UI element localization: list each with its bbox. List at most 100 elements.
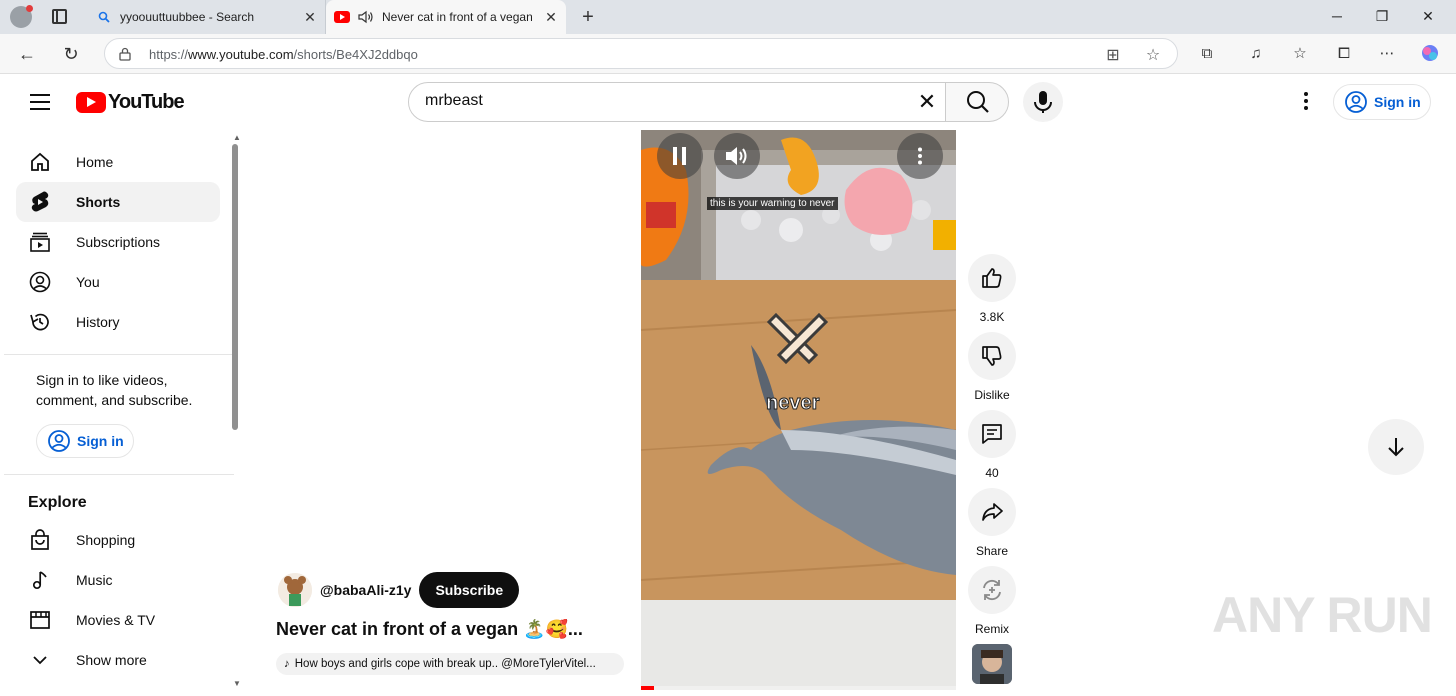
sidebar-item-movies[interactable]: Movies & TV [16, 600, 220, 640]
sign-in-button[interactable]: Sign in [1333, 84, 1431, 120]
sidebar-item-show-more[interactable]: Show more [16, 640, 220, 680]
music-attribution[interactable]: ♪ How boys and girls cope with break up.… [276, 653, 624, 675]
more-options-button[interactable] [897, 133, 943, 179]
scroll-down-arrow-icon[interactable]: ▼ [233, 679, 241, 688]
dislike-action: Dislike [968, 332, 1016, 402]
sidebar-item-subscriptions[interactable]: Subscriptions [16, 222, 220, 262]
back-icon[interactable]: ← [16, 43, 38, 65]
volume-icon [726, 147, 747, 165]
audio-playing-icon[interactable] [358, 9, 374, 25]
channel-avatar[interactable] [278, 573, 312, 607]
subscriptions-icon [28, 230, 52, 254]
settings-more-icon[interactable]: ⋯ [1376, 43, 1398, 65]
browser-tab-bar: yyoouuttuubbee - Search ✕ Never cat in f… [0, 0, 1456, 34]
tab-title: yyoouuttuubbee - Search [120, 10, 255, 24]
close-tab-icon[interactable]: ✕ [303, 10, 317, 24]
chevron-down-icon [28, 648, 52, 672]
thumbs-down-icon [982, 346, 1002, 366]
browser-tab-youtube[interactable]: Never cat in front of a vegan ✕ [326, 0, 566, 34]
remix-icon [983, 579, 1001, 601]
video-progress-bar[interactable] [641, 686, 956, 690]
more-vertical-icon [918, 147, 922, 165]
share-label: Share [975, 544, 1009, 558]
sidebar-item-you[interactable]: You [16, 262, 220, 302]
sidebar-sign-in-button[interactable]: Sign in [36, 424, 134, 458]
sidebar-divider [4, 354, 234, 355]
channel-row: @babaAli-z1y Subscribe [278, 572, 520, 608]
search-input[interactable] [425, 92, 905, 110]
tab-actions-icon[interactable] [52, 9, 67, 24]
comment-icon [982, 424, 1002, 444]
favorite-star-icon[interactable]: ☆ [1143, 45, 1163, 65]
sign-in-prompt: Sign in to like videos, comment, and sub… [36, 372, 193, 408]
media-control-icon[interactable]: ♫ [1245, 43, 1267, 65]
shorts-video-player[interactable]: this is your warning to never never [641, 130, 956, 690]
arrow-down-icon [1388, 438, 1404, 457]
comments-button[interactable] [968, 410, 1016, 458]
like-count: 3.8K [979, 310, 1005, 324]
voice-search-button[interactable] [1023, 82, 1063, 122]
scroll-up-arrow-icon[interactable]: ▲ [233, 133, 241, 142]
copilot-icon[interactable] [1419, 43, 1441, 65]
pause-button[interactable] [657, 133, 703, 179]
youtube-play-icon [76, 92, 106, 113]
dislike-button[interactable] [968, 332, 1016, 380]
youtube-logo[interactable]: YouTube [76, 91, 185, 114]
sidebar-item-history[interactable]: History [16, 302, 220, 342]
comment-count: 40 [985, 466, 999, 480]
video-caption: this is your warning to never [707, 197, 838, 210]
clear-search-icon[interactable]: ✕ [915, 91, 939, 115]
search-box: ✕ [408, 82, 946, 122]
home-icon [28, 150, 52, 174]
lock-icon[interactable] [119, 47, 131, 61]
menu-icon[interactable] [30, 94, 50, 110]
volume-button[interactable] [714, 133, 760, 179]
video-title[interactable]: Never cat in front of a vegan 🏝️🥰... [276, 619, 616, 640]
microphone-icon [1034, 91, 1052, 113]
remix-action: Remix [968, 566, 1016, 636]
youtube-masthead: YouTube ✕ Sign in [4, 74, 1448, 130]
close-window-icon[interactable]: ✕ [1418, 8, 1438, 25]
sound-thumbnail[interactable] [972, 644, 1012, 684]
dislike-label: Dislike [974, 388, 1010, 402]
account-icon [1345, 91, 1367, 113]
subscribe-button[interactable]: Subscribe [419, 572, 520, 608]
like-button[interactable] [968, 254, 1016, 302]
sidebar-item-shopping[interactable]: Shopping [16, 520, 220, 560]
you-icon [28, 270, 52, 294]
shorts-icon [28, 190, 52, 214]
guide-sidebar: Home Shorts Subscriptions You History Si… [4, 130, 234, 696]
movies-icon [28, 608, 52, 632]
search-button[interactable] [945, 82, 1009, 122]
extensions-icon[interactable]: ⧉ [1196, 43, 1218, 65]
sidebar-divider [4, 474, 234, 475]
favorites-icon[interactable]: ☆ [1289, 43, 1311, 65]
refresh-icon[interactable]: ↻ [60, 43, 82, 65]
browser-tab-search[interactable]: yyoouuttuubbee - Search ✕ [86, 0, 326, 34]
search-icon [967, 91, 989, 113]
thumbs-up-icon [982, 268, 1002, 288]
explore-heading: Explore [28, 494, 87, 511]
tab-title: Never cat in front of a vegan [382, 10, 532, 24]
url-field[interactable]: https://www.youtube.com/shorts/Be4XJ2ddb… [104, 38, 1178, 69]
profile-notification-dot [26, 5, 33, 12]
app-available-icon[interactable]: ⊞ [1103, 45, 1123, 65]
search-favicon-icon [96, 9, 112, 25]
sidebar-item-music[interactable]: Music [16, 560, 220, 600]
channel-name[interactable]: @babaAli-z1y [320, 582, 411, 598]
browser-address-bar: ← ↻ https://www.youtube.com/shorts/Be4XJ… [0, 34, 1456, 74]
next-video-button[interactable] [1368, 419, 1424, 475]
collections-icon[interactable]: ⧠ [1333, 43, 1355, 65]
history-icon [28, 310, 52, 334]
new-tab-icon[interactable]: + [578, 6, 598, 29]
sidebar-item-shorts[interactable]: Shorts [16, 182, 220, 222]
sidebar-scrollbar[interactable] [232, 144, 238, 430]
restore-icon[interactable]: ❐ [1372, 8, 1392, 25]
minimize-icon[interactable]: ─ [1327, 8, 1347, 24]
share-button[interactable] [968, 488, 1016, 536]
sidebar-item-home[interactable]: Home [16, 142, 220, 182]
settings-kebab-icon[interactable] [1294, 90, 1318, 114]
close-tab-icon[interactable]: ✕ [544, 10, 558, 24]
remix-button[interactable] [968, 566, 1016, 614]
like-action: 3.8K [968, 254, 1016, 324]
